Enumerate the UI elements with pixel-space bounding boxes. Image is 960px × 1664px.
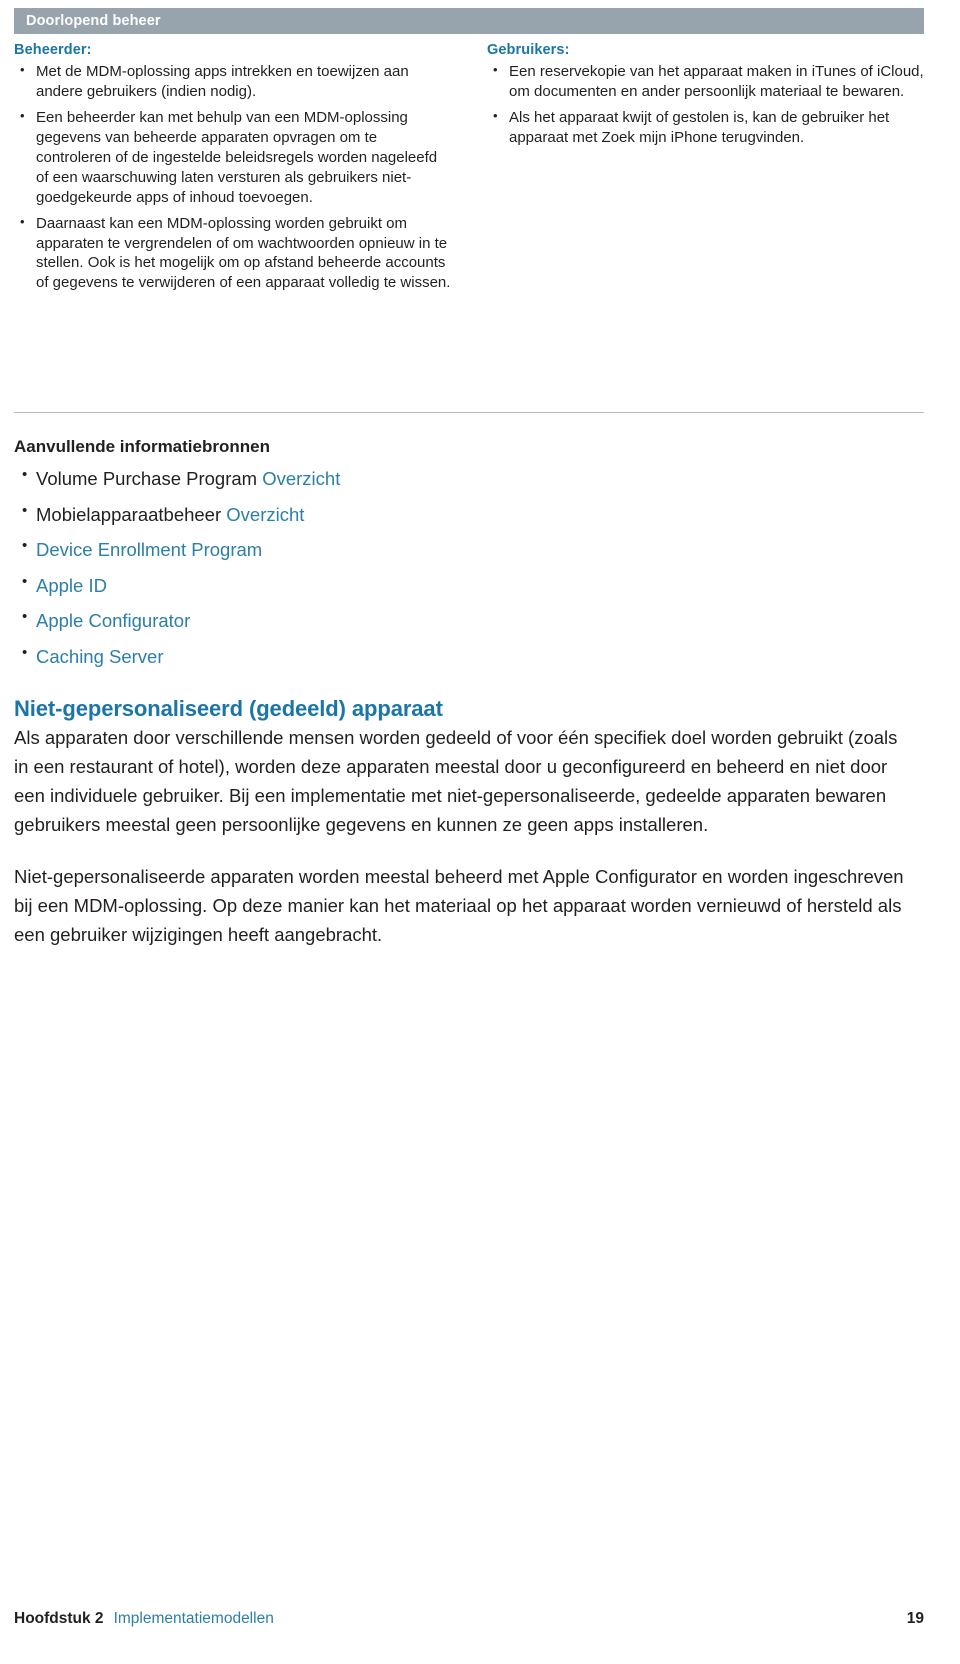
resource-text: Mobielapparaatbeheer [36,503,227,525]
resource-link[interactable]: Overzicht [262,468,340,489]
list-item: Apple Configurator [14,603,614,639]
list-item: Caching Server [14,639,614,675]
section-paragraph: Niet-gepersonaliseerde apparaten worden … [14,866,904,946]
resource-link[interactable]: Overzicht [226,504,304,525]
page-footer: Hoofdstuk 2 Implementatiemodellen 19 [14,1610,924,1628]
two-column-block: Beheerder: Met de MDM-oplossing apps int… [14,42,924,299]
section-paragraph: Als apparaten door verschillende mensen … [14,727,898,835]
additional-resources-title: Aanvullende informatiebronnen [14,437,270,456]
list-item: Device Enrollment Program [14,532,614,568]
document-page: Doorlopend beheer Beheerder: Met de MDM-… [0,0,960,1664]
column-admin: Beheerder: Met de MDM-oplossing apps int… [14,42,451,299]
list-item: Met de MDM-oplossing apps intrekken en t… [14,61,451,102]
horizontal-divider [14,412,924,413]
list-item: Volume Purchase Program Overzicht [14,461,614,497]
additional-resources-block: Aanvullende informatiebronnen Volume Pur… [14,437,614,674]
resource-text: Volume Purchase Program [36,468,263,489]
resource-link[interactable]: Caching Server [36,646,164,667]
resource-link[interactable]: Device Enrollment Program [36,539,262,560]
footer-chapter: Hoofdstuk 2 [14,1610,104,1627]
shared-device-section: Niet-gepersonaliseerd (gedeeld) apparaat… [14,696,904,974]
list-item: Mobielapparaatbeheer Overzicht [14,497,614,533]
column-users-label: Gebruikers: [487,42,570,58]
section-banner: Doorlopend beheer [14,8,924,34]
resource-link[interactable]: Apple Configurator [36,610,190,631]
footer-section-link[interactable]: Implementatiemodellen [114,1610,274,1628]
list-item: Als het apparaat kwijt of gestolen is, k… [487,107,924,148]
list-item: Een beheerder kan met behulp van een MDM… [14,107,451,208]
list-item: Daarnaast kan een MDM-oplossing worden g… [14,213,451,294]
resource-link[interactable]: Apple ID [36,575,107,596]
column-users-bullet-list: Een reservekopie van het apparaat maken … [487,61,924,148]
column-admin-label: Beheerder: [14,42,92,58]
column-admin-bullet-list: Met de MDM-oplossing apps intrekken en t… [14,61,451,294]
column-users: Gebruikers: Een reservekopie van het app… [487,42,924,299]
additional-resources-list: Volume Purchase Program Overzicht Mobiel… [14,461,614,674]
footer-page-number: 19 [906,1610,924,1627]
list-item: Een reservekopie van het apparaat maken … [487,61,924,102]
banner-title: Doorlopend beheer [26,13,161,29]
section-heading: Niet-gepersonaliseerd (gedeeld) apparaat [14,696,443,721]
list-item: Apple ID [14,568,614,604]
